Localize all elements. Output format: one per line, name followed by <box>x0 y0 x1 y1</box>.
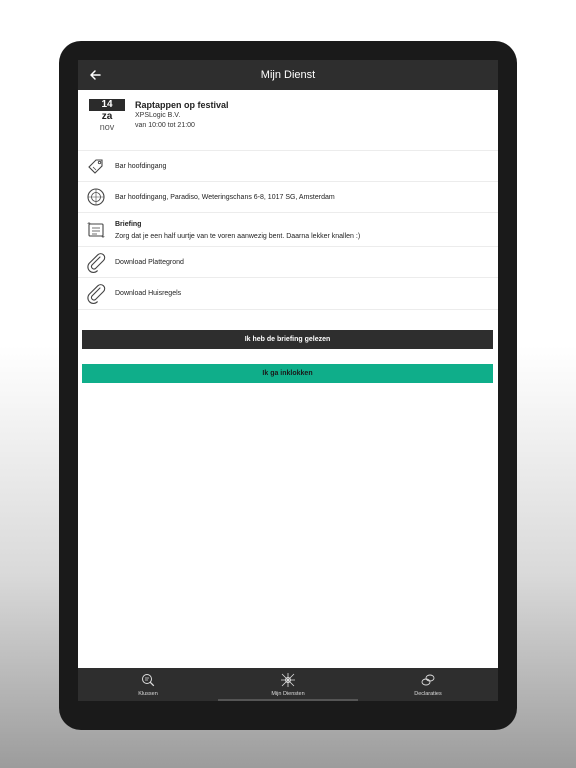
shift-time: van 10:00 tot 21:00 <box>135 122 195 129</box>
date-badge: 14 za nov <box>89 99 125 133</box>
read-briefing-button[interactable]: Ik heb de briefing gelezen <box>82 330 493 349</box>
back-arrow-icon[interactable] <box>88 68 102 82</box>
shift-title: Raptappen op festival <box>135 100 229 110</box>
download-huisregels-row[interactable]: Download Huisregels <box>78 277 498 310</box>
paperclip-icon <box>87 284 106 304</box>
nav-item-klussen[interactable]: Klussen <box>78 668 218 701</box>
globe-icon <box>87 188 105 206</box>
download-plattegrond-link[interactable]: Download Plattegrond <box>115 259 184 266</box>
date-day: 14 <box>89 99 125 111</box>
date-weekday: za <box>101 111 113 122</box>
nav-label-mijn-diensten: Mijn Diensten <box>271 691 305 697</box>
shift-company: XPSLogic B.V. <box>135 112 181 119</box>
download-plattegrond-row[interactable]: Download Plattegrond <box>78 246 498 278</box>
active-indicator <box>218 699 358 701</box>
search-list-icon <box>142 674 155 687</box>
address-row[interactable]: Bar hoofdingang, Paradiso, Weteringschan… <box>78 181 498 213</box>
app-screen: Mijn Dienst 14 za nov Raptappen op festi… <box>78 60 498 701</box>
download-huisregels-link[interactable]: Download Huisregels <box>115 290 181 297</box>
tablet-frame: Mijn Dienst 14 za nov Raptappen op festi… <box>59 41 517 730</box>
paperclip-icon <box>87 253 106 273</box>
shift-header: 14 za nov Raptappen op festival XPSLogic… <box>78 90 498 150</box>
briefing-label: Briefing <box>115 221 142 228</box>
date-month: nov <box>99 122 115 132</box>
check-in-button[interactable]: Ik ga inklokken <box>82 364 493 383</box>
briefing-row: Briefing Zorg dat je een half uurtje van… <box>78 212 498 247</box>
location-row: Bar hoofdingang <box>78 150 498 182</box>
nav-item-declaraties[interactable]: Declaraties <box>358 668 498 701</box>
coins-icon <box>421 674 435 686</box>
nav-label-declaraties: Declaraties <box>414 691 442 697</box>
nav-item-mijn-diensten[interactable]: Mijn Diensten <box>218 668 358 701</box>
location-name: Bar hoofdingang <box>115 163 167 170</box>
address-text: Bar hoofdingang, Paradiso, Weteringschan… <box>115 194 335 201</box>
nav-label-klussen: Klussen <box>138 691 158 697</box>
scroll-icon <box>87 222 105 238</box>
page-title: Mijn Dienst <box>260 69 316 81</box>
shifts-icon <box>281 673 295 687</box>
app-bar: Mijn Dienst <box>78 60 498 90</box>
briefing-text: Zorg dat je een half uurtje van te voren… <box>115 233 361 240</box>
tag-icon <box>88 159 103 174</box>
bottom-navigation: Klussen Mijn Diensten Declaraties <box>78 668 498 701</box>
